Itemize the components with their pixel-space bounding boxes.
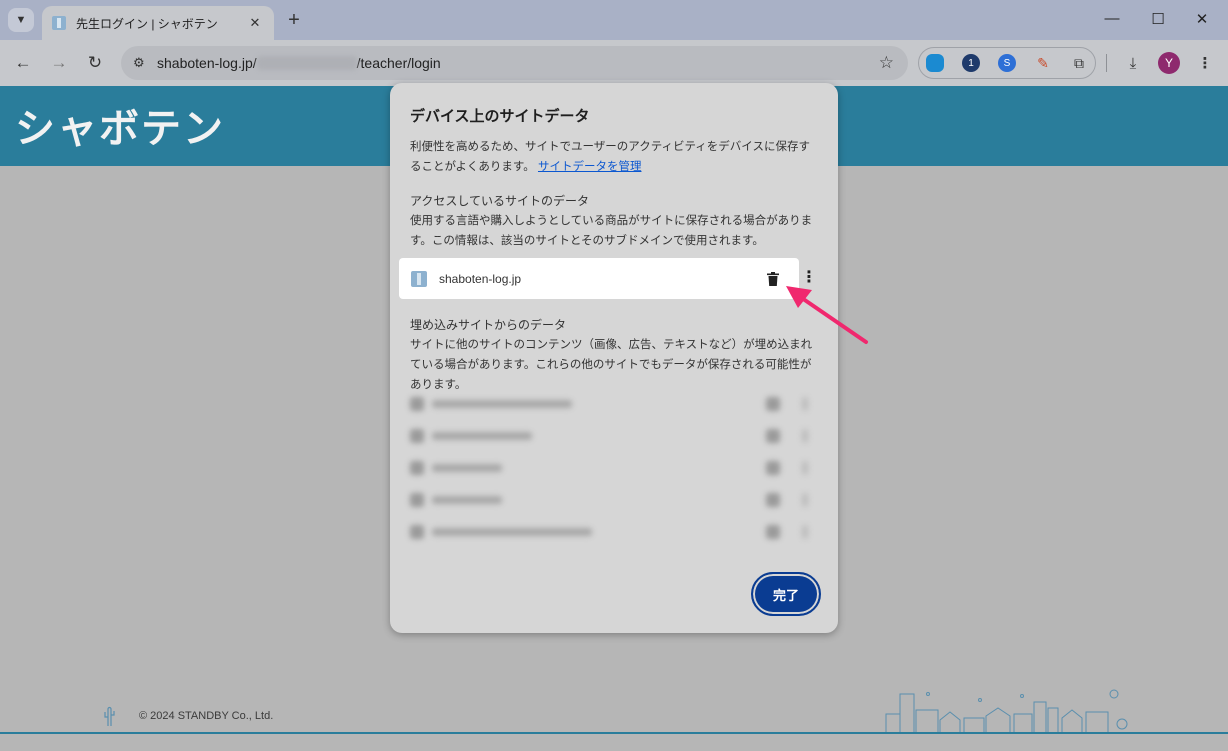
site-logo: シャボテン bbox=[15, 107, 225, 151]
blurred-site-name bbox=[432, 464, 502, 472]
puzzle-extensions-icon[interactable]: ⧉ bbox=[1070, 54, 1088, 72]
minimize-button[interactable]: — bbox=[1102, 10, 1122, 27]
download-icon[interactable]: ⤓ bbox=[1124, 54, 1142, 72]
embedded-section-body: サイトに他のサイトのコンテンツ（画像、広告、テキストなど）が埋め込まれている場合… bbox=[410, 339, 813, 391]
more-menu-icon[interactable]: ⋮ bbox=[1196, 54, 1214, 72]
blurred-more-icon[interactable] bbox=[802, 397, 808, 411]
blurred-more-icon[interactable] bbox=[802, 525, 808, 539]
blurred-trash-icon[interactable] bbox=[766, 493, 780, 507]
cityscape-illustration bbox=[885, 689, 1128, 734]
embedded-site-row[interactable] bbox=[410, 492, 816, 510]
color-picker-icon[interactable]: ✎ bbox=[1034, 54, 1052, 72]
url-prefix: shaboten-log.jp/ bbox=[157, 55, 257, 71]
tab-title: 先生ログイン | シャボテン bbox=[76, 16, 218, 31]
site-info-icon[interactable]: ⚙ bbox=[133, 55, 145, 71]
url-suffix: /teacher/login bbox=[356, 55, 441, 71]
reload-button[interactable]: ↻ bbox=[84, 52, 106, 74]
blurred-favicon bbox=[410, 397, 424, 411]
embedded-section-heading: 埋め込みサイトからのデータ bbox=[410, 318, 567, 332]
blurred-more-icon[interactable] bbox=[802, 493, 808, 507]
visited-site-row: shaboten-log.jp bbox=[399, 258, 799, 299]
blurred-more-icon[interactable] bbox=[802, 461, 808, 475]
blurred-favicon bbox=[410, 461, 424, 475]
blurred-site-name bbox=[432, 496, 502, 504]
bookmark-star-icon[interactable]: ☆ bbox=[879, 53, 894, 73]
new-tab-button[interactable]: + bbox=[284, 9, 304, 31]
delete-site-data-button[interactable] bbox=[763, 271, 783, 286]
blurred-trash-icon[interactable] bbox=[766, 397, 780, 411]
blurred-site-name bbox=[432, 400, 572, 408]
chevron-down-icon: ▼ bbox=[15, 14, 27, 26]
close-tab-icon[interactable]: ✕ bbox=[246, 15, 264, 31]
site-favicon-icon bbox=[411, 270, 427, 287]
blurred-favicon bbox=[410, 493, 424, 507]
blurred-site-name bbox=[432, 432, 532, 440]
annotation-arrow bbox=[786, 286, 868, 344]
dialog-title: デバイス上のサイトデータ bbox=[410, 108, 590, 125]
embedded-site-row[interactable] bbox=[410, 460, 816, 478]
footer-line bbox=[0, 732, 1228, 734]
blurred-more-icon[interactable] bbox=[802, 429, 808, 443]
blurred-site-name bbox=[432, 528, 592, 536]
visited-section-body: 使用する言語や購入しようとしている商品がサイトに保存される場合があります。この情… bbox=[410, 215, 813, 247]
site-favicon-icon bbox=[52, 16, 66, 30]
sync-extension-icon[interactable]: S bbox=[998, 54, 1016, 72]
embedded-site-row[interactable] bbox=[410, 396, 816, 414]
site-data-dialog: デバイス上のサイトデータ 利便性を高めるため、サイトでユーザーのアクティビティを… bbox=[390, 83, 838, 633]
url-redacted bbox=[256, 56, 357, 70]
embedded-site-row[interactable] bbox=[410, 524, 816, 542]
cloud-extension-icon[interactable] bbox=[926, 54, 944, 72]
embedded-site-section: 埋め込みサイトからのデータ サイトに他のサイトのコンテンツ（画像、広告、テキスト… bbox=[410, 315, 820, 395]
back-button[interactable]: ← bbox=[12, 52, 34, 74]
maximize-button[interactable]: ☐ bbox=[1148, 10, 1168, 28]
profile-avatar[interactable]: Y bbox=[1158, 52, 1180, 74]
manage-site-data-link[interactable]: サイトデータを管理 bbox=[538, 161, 642, 173]
browser-titlebar: ▼ 先生ログイン | シャボテン ✕ + — ☐ ✕ bbox=[0, 0, 1228, 40]
active-tab[interactable]: 先生ログイン | シャボテン ✕ bbox=[42, 6, 274, 40]
blurred-trash-icon[interactable] bbox=[766, 429, 780, 443]
copyright-text: © 2024 STANDBY Co., Ltd. bbox=[139, 710, 274, 722]
site-name: shaboten-log.jp bbox=[439, 271, 522, 286]
embedded-site-row[interactable] bbox=[410, 428, 816, 446]
address-bar[interactable]: ⚙ shaboten-log.jp/ /teacher/login ☆ bbox=[121, 46, 908, 80]
password-manager-icon[interactable]: 1 bbox=[962, 54, 980, 72]
forward-button[interactable]: → bbox=[48, 52, 70, 74]
blurred-trash-icon[interactable] bbox=[766, 461, 780, 475]
visited-site-section: アクセスしているサイトのデータ 使用する言語や購入しようとしている商品がサイトに… bbox=[410, 191, 820, 251]
close-window-button[interactable]: ✕ bbox=[1192, 10, 1212, 28]
visited-section-heading: アクセスしているサイトのデータ bbox=[410, 194, 590, 208]
tab-search-button[interactable]: ▼ bbox=[8, 8, 34, 32]
cactus-icon bbox=[104, 706, 115, 726]
blurred-favicon bbox=[410, 429, 424, 443]
dialog-description: 利便性を高めるため、サイトでユーザーのアクティビティをデバイスに保存することがよ… bbox=[410, 137, 820, 177]
toolbar-divider bbox=[1106, 54, 1107, 72]
done-button[interactable]: 完了 bbox=[751, 572, 821, 616]
trash-icon bbox=[767, 271, 779, 286]
blurred-trash-icon[interactable] bbox=[766, 525, 780, 539]
blurred-favicon bbox=[410, 525, 424, 539]
